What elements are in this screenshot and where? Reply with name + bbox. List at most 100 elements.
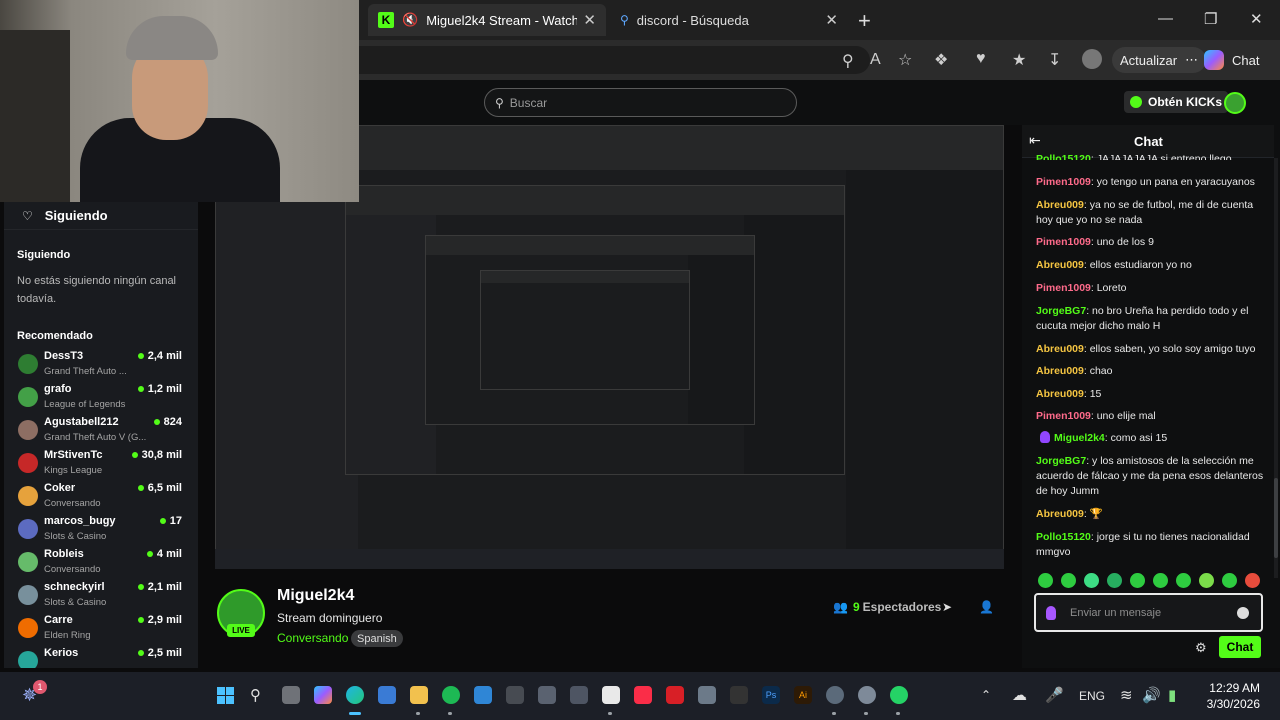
- get-kicks-button[interactable]: Obtén KICKs: [1124, 91, 1229, 113]
- close-tab-icon[interactable]: ✕: [583, 11, 596, 29]
- defender-icon[interactable]: [474, 686, 492, 704]
- app-icon[interactable]: [570, 686, 588, 704]
- chat-username[interactable]: Abreu009: [1036, 388, 1084, 400]
- cloud-icon[interactable]: ☁: [1012, 686, 1027, 704]
- muted-speaker-icon[interactable]: 🔇: [402, 12, 418, 28]
- emote-icon[interactable]: [1199, 573, 1214, 588]
- chevron-up-icon[interactable]: ⌃: [981, 688, 991, 702]
- file-explorer-icon[interactable]: [410, 686, 428, 704]
- recommended-channel[interactable]: Kerios 2,5 mil: [16, 647, 186, 668]
- chat-send-button[interactable]: Chat: [1219, 636, 1261, 658]
- chat-username[interactable]: JorgeBG7: [1036, 305, 1086, 317]
- extensions-icon[interactable]: ❖: [934, 50, 948, 70]
- emote-icon[interactable]: [1130, 573, 1145, 588]
- recommended-channel[interactable]: Coker Conversando 6,5 mil: [16, 482, 186, 515]
- recommended-channel[interactable]: Robleis Conversando 4 mil: [16, 548, 186, 581]
- recommended-channel[interactable]: schneckyirl Slots & Casino 2,1 mil: [16, 581, 186, 614]
- minimize-icon[interactable]: —: [1158, 10, 1173, 27]
- recommended-channel[interactable]: Carre Elden Ring 2,9 mil: [16, 614, 186, 647]
- photoshop-icon[interactable]: Ps: [762, 686, 780, 704]
- profile-avatar[interactable]: [1082, 49, 1102, 69]
- sidebar-following-header[interactable]: ♡ Siguiendo: [4, 202, 198, 230]
- chat-username[interactable]: JorgeBG7: [1036, 455, 1086, 467]
- emoji-picker-icon[interactable]: [1237, 606, 1249, 619]
- restore-icon[interactable]: ❐: [1204, 10, 1217, 28]
- start-icon[interactable]: [217, 687, 234, 704]
- chat-settings-icon[interactable]: ⚙: [1195, 640, 1207, 656]
- copilot-app-icon[interactable]: [314, 686, 332, 704]
- copilot-chat-button[interactable]: Chat: [1204, 46, 1259, 74]
- chat-username[interactable]: Abreu009: [1036, 343, 1084, 355]
- chat-username[interactable]: Pimen1009: [1036, 410, 1091, 422]
- app-icon[interactable]: [538, 686, 556, 704]
- whatsapp-icon[interactable]: [890, 686, 908, 704]
- illustrator-icon[interactable]: Ai: [794, 686, 812, 704]
- search-input[interactable]: ⚲ Buscar: [484, 88, 797, 117]
- close-window-icon[interactable]: ✕: [1250, 10, 1263, 28]
- emote-icon[interactable]: [1222, 573, 1237, 588]
- chat-message-input[interactable]: Enviar un mensaje: [1034, 593, 1263, 632]
- favorites-icon[interactable]: ★: [1012, 50, 1026, 70]
- app-icon[interactable]: [730, 686, 748, 704]
- chat-username[interactable]: Abreu009: [1036, 259, 1084, 271]
- follow-user-icon[interactable]: 👤: [979, 600, 994, 614]
- tab-kick-stream[interactable]: K 🔇 Miguel2k4 Stream - Watch Live on Kic…: [368, 4, 606, 36]
- emote-icon[interactable]: [1176, 573, 1191, 588]
- recommended-channel[interactable]: MrStivenTc Kings League 30,8 mil: [16, 449, 186, 482]
- search-icon[interactable]: ⚲: [250, 686, 261, 704]
- clock-time[interactable]: 12:29 AM: [1208, 681, 1260, 695]
- edge-browser-icon[interactable]: [346, 686, 364, 704]
- close-tab-icon[interactable]: ✕: [825, 11, 838, 29]
- clock-date[interactable]: 3/30/2026: [1200, 697, 1260, 711]
- microphone-icon[interactable]: 🎤: [1045, 686, 1064, 704]
- wifi-icon[interactable]: ≋: [1120, 686, 1133, 704]
- chat-username[interactable]: Pollo15120: [1036, 531, 1091, 543]
- chat-username[interactable]: Pimen1009: [1036, 282, 1091, 294]
- emote-icon[interactable]: [1245, 573, 1260, 588]
- recommended-channel[interactable]: marcos_bugy Slots & Casino 17: [16, 515, 186, 548]
- share-icon[interactable]: ➤: [942, 600, 952, 614]
- stream-category-link[interactable]: Conversando: [277, 631, 348, 645]
- emote-icon[interactable]: [1153, 573, 1168, 588]
- tab-discord-search[interactable]: ⚲ discord - Búsqueda ✕: [610, 4, 848, 36]
- streamer-name[interactable]: Miguel2k4: [277, 587, 354, 605]
- chat-username[interactable]: Pimen1009: [1036, 236, 1091, 248]
- netflix-icon[interactable]: [666, 686, 684, 704]
- collapse-chat-icon[interactable]: ⇤: [1029, 132, 1041, 149]
- favorite-star-icon[interactable]: ☆: [898, 50, 912, 70]
- read-aloud-icon[interactable]: A: [870, 51, 881, 69]
- recommended-channel[interactable]: Agustabell212 Grand Theft Auto V (G... 824: [16, 416, 186, 449]
- address-bar[interactable]: [330, 46, 870, 74]
- notepad-icon[interactable]: [602, 686, 620, 704]
- recommended-channel[interactable]: DessT3 Grand Theft Auto ... 2,4 mil: [16, 350, 186, 383]
- recommended-channel[interactable]: grafo League of Legends 1,2 mil: [16, 383, 186, 416]
- language-indicator[interactable]: ENG: [1079, 689, 1105, 703]
- apple-music-icon[interactable]: [634, 686, 652, 704]
- update-button[interactable]: Actualizar ⋯: [1112, 47, 1207, 73]
- emote-icon[interactable]: [1038, 573, 1053, 588]
- chat-scrollbar[interactable]: [1274, 158, 1278, 578]
- emote-icon[interactable]: [1061, 573, 1076, 588]
- browser-essentials-icon[interactable]: ♥: [976, 50, 986, 68]
- emote-icon[interactable]: [1107, 573, 1122, 588]
- new-tab-icon[interactable]: +: [858, 8, 871, 34]
- chat-username[interactable]: Pimen1009: [1036, 176, 1091, 188]
- battery-icon[interactable]: ▮: [1168, 686, 1176, 704]
- settings-icon[interactable]: [858, 686, 876, 704]
- more-icon[interactable]: ⋯: [1185, 52, 1198, 68]
- user-avatar[interactable]: [1224, 92, 1246, 114]
- store-icon[interactable]: [378, 686, 396, 704]
- task-view-icon[interactable]: [282, 686, 300, 704]
- calculator-icon[interactable]: [698, 686, 716, 704]
- chat-username[interactable]: Abreu009: [1036, 508, 1084, 520]
- chat-username[interactable]: Miguel2k4: [1054, 432, 1105, 444]
- chat-username[interactable]: Abreu009: [1036, 199, 1084, 211]
- chat-username[interactable]: Pollo15120: [1036, 153, 1091, 160]
- language-tag[interactable]: Spanish: [351, 630, 403, 647]
- zoom-icon[interactable]: ⚲: [842, 51, 854, 71]
- downloads-icon[interactable]: ↧: [1048, 50, 1061, 70]
- spotify-icon[interactable]: [442, 686, 460, 704]
- emote-icon[interactable]: [1084, 573, 1099, 588]
- capcut-icon[interactable]: [506, 686, 524, 704]
- volume-icon[interactable]: 🔊: [1142, 686, 1161, 704]
